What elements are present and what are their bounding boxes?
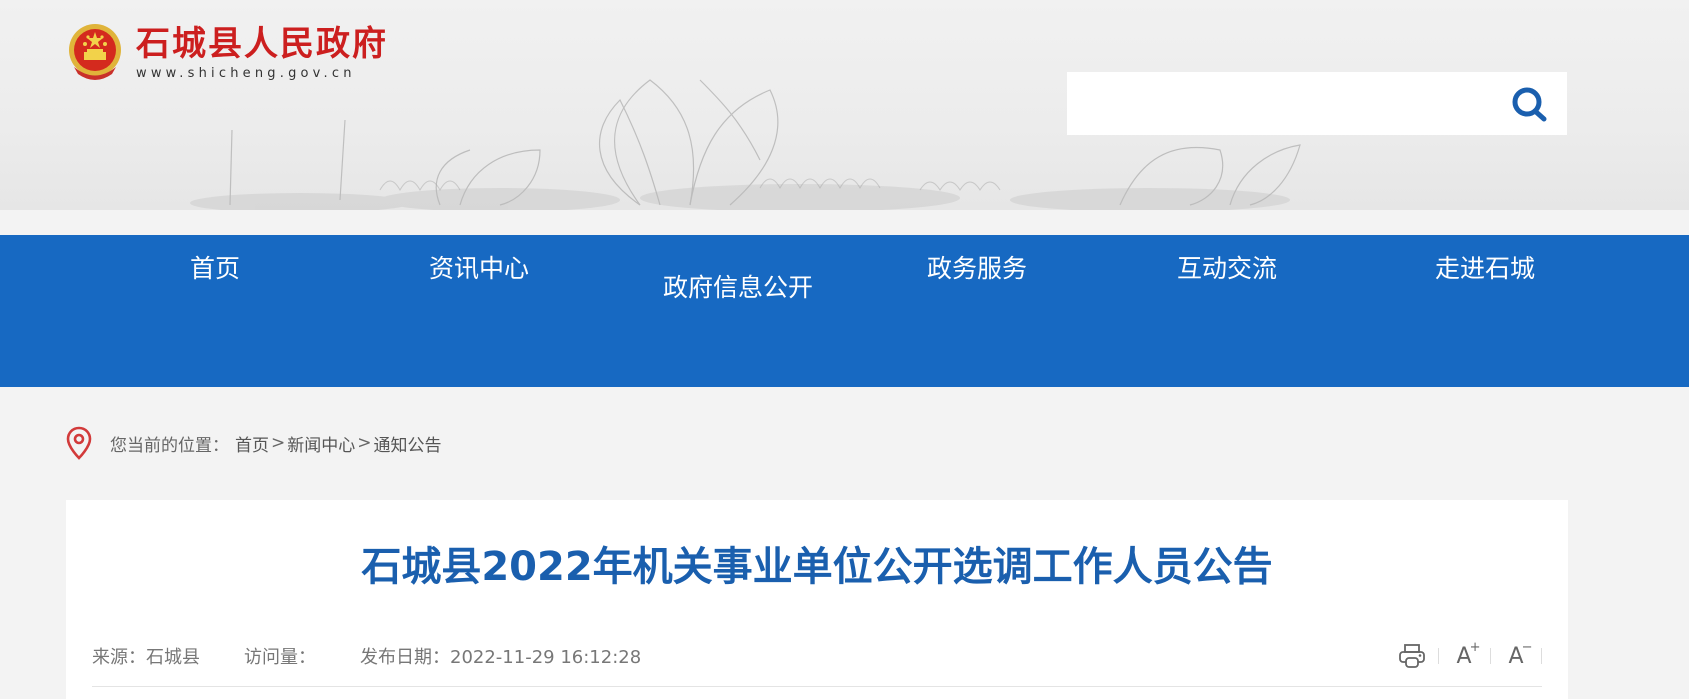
font-enlarge-icon: A + bbox=[1456, 639, 1481, 669]
nav-item-home[interactable]: 首页 bbox=[190, 249, 240, 289]
article-tools: A + A − bbox=[1386, 638, 1542, 674]
breadcrumb-label: 您当前的位置： bbox=[110, 435, 229, 456]
print-button[interactable] bbox=[1386, 638, 1438, 674]
font-shrink-button[interactable]: A − bbox=[1490, 638, 1542, 674]
article-visits: 访问量： bbox=[244, 647, 316, 668]
main-nav: 首页 资讯中心 政府信息公开 政务服务 互动交流 走进石城 bbox=[0, 235, 1689, 387]
article-source: 来源：石城县 bbox=[92, 647, 200, 668]
nav-item-gov-info[interactable]: 政府信息公开 bbox=[603, 249, 813, 326]
site-logo[interactable]: 石城县人民政府 www.shicheng.gov.cn bbox=[66, 22, 388, 84]
nav-item-news[interactable]: 资讯中心 bbox=[429, 249, 529, 289]
site-url: www.shicheng.gov.cn bbox=[136, 66, 356, 81]
breadcrumb-home[interactable]: 首页 bbox=[235, 431, 269, 456]
nav-item-services[interactable]: 政务服务 bbox=[927, 249, 1027, 289]
nav-item-about[interactable]: 走进石城 bbox=[1435, 249, 1535, 289]
article-date: 发布日期：2022-11-29 16:12:28 bbox=[360, 647, 642, 668]
national-emblem-icon bbox=[69, 24, 121, 80]
site-name: 石城县人民政府 bbox=[136, 24, 388, 64]
search-input[interactable] bbox=[1067, 72, 1507, 135]
breadcrumb-separator: > bbox=[357, 433, 372, 453]
site-header: 石城县人民政府 www.shicheng.gov.cn bbox=[0, 0, 1689, 210]
article-meta: 来源：石城县 访问量： 发布日期：2022-11-29 16:12:28 bbox=[92, 641, 641, 671]
search-icon[interactable] bbox=[1509, 84, 1549, 124]
location-pin-icon bbox=[66, 426, 92, 460]
nav-item-interaction[interactable]: 互动交流 bbox=[1177, 249, 1277, 289]
breadcrumb-news-center[interactable]: 新闻中心 bbox=[287, 431, 355, 456]
font-shrink-icon: A − bbox=[1508, 639, 1533, 669]
breadcrumb-separator: > bbox=[271, 433, 286, 453]
meta-divider bbox=[92, 686, 1542, 687]
font-enlarge-button[interactable]: A + bbox=[1438, 638, 1490, 674]
print-icon bbox=[1399, 644, 1425, 668]
breadcrumb-notices[interactable]: 通知公告 bbox=[374, 431, 442, 456]
search-box bbox=[1067, 72, 1567, 135]
breadcrumb: 您当前的位置： 首页 > 新闻中心 > 通知公告 bbox=[66, 425, 442, 461]
article-title: 石城县2022年机关事业单位公开选调工作人员公告 bbox=[361, 544, 1273, 590]
article-card: 石城县2022年机关事业单位公开选调工作人员公告 来源：石城县 访问量： 发布日… bbox=[66, 500, 1568, 699]
